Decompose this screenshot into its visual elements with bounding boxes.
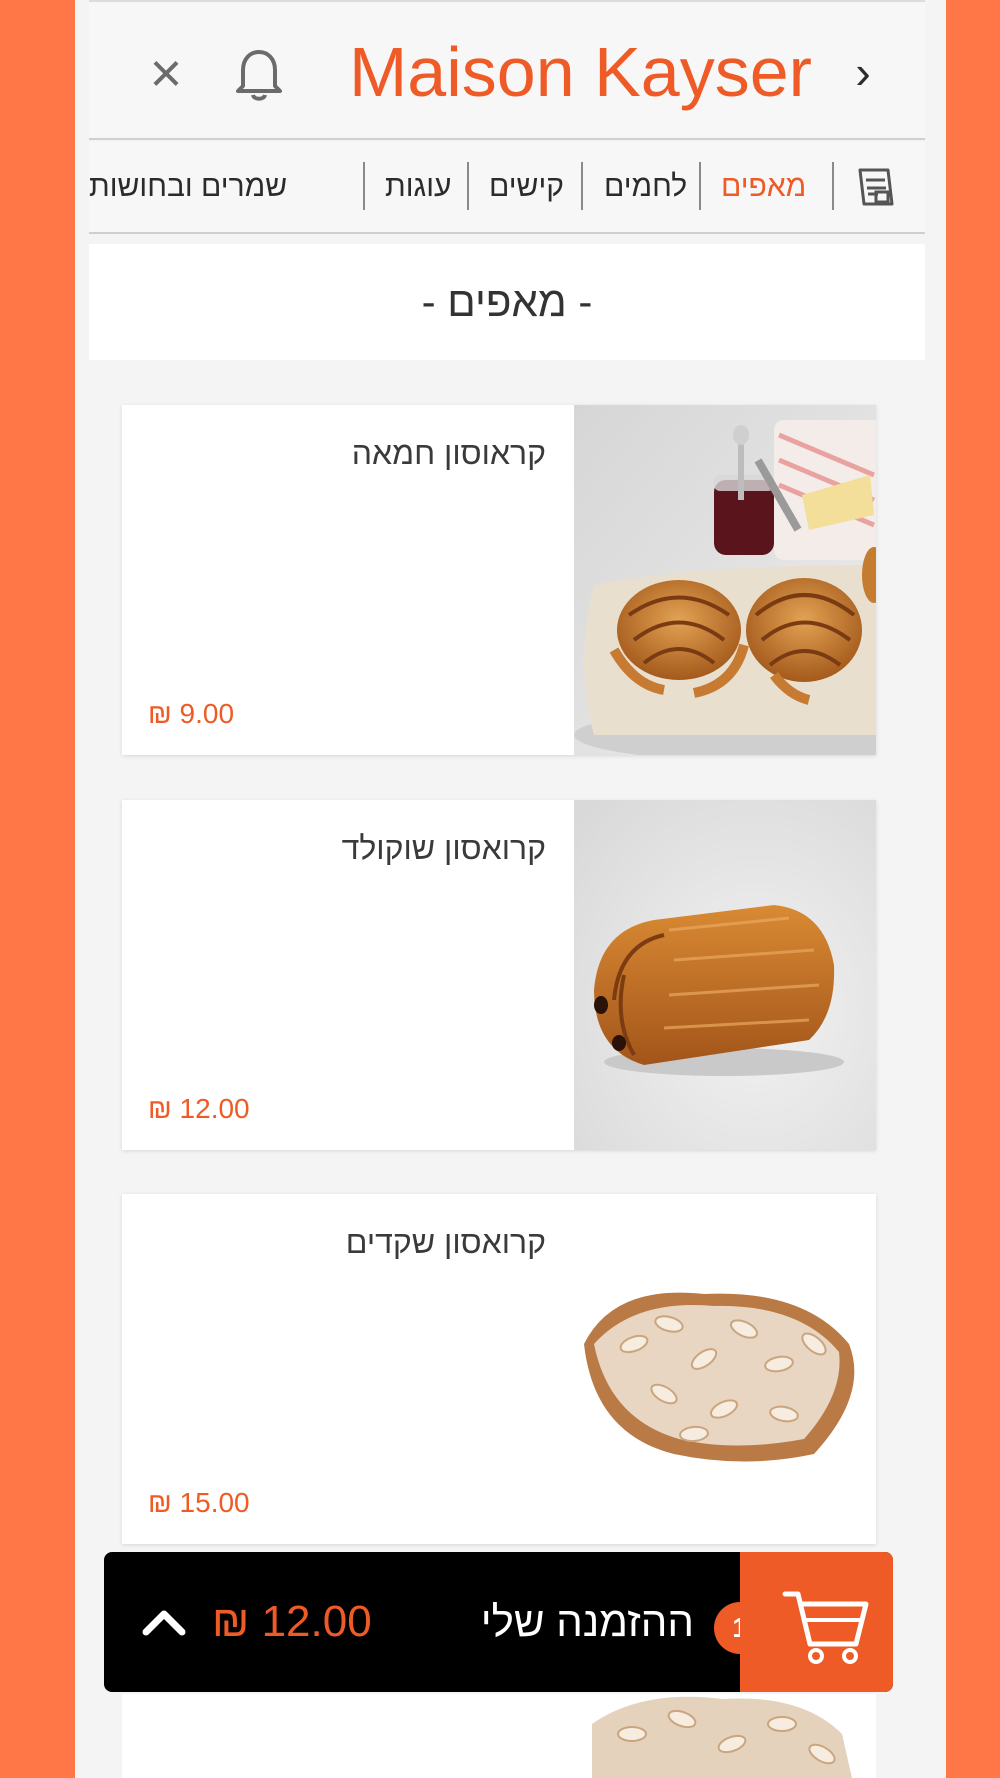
app-title: Maison Kayser <box>349 33 812 111</box>
app-header: × Maison Kayser › <box>89 0 925 140</box>
almond-croissant-photo <box>574 1194 876 1544</box>
almond-croissant-photo <box>122 1694 876 1778</box>
menu-book-icon[interactable] <box>854 164 898 210</box>
product-price: ₪ 12.00 <box>148 1093 250 1124</box>
app-screen: × Maison Kayser › מאפים לחמים קישים עוגו… <box>75 0 946 1778</box>
tab-pastries[interactable]: מאפים <box>721 160 806 214</box>
divider <box>467 162 469 210</box>
product-card-partial[interactable] <box>122 1694 876 1778</box>
product-card[interactable]: קרואסון שוקולד ₪ 12.00 <box>122 800 876 1150</box>
divider <box>699 162 701 210</box>
order-label: ההזמנה שלי <box>480 1598 694 1645</box>
category-nav: מאפים לחמים קישים עוגות שמרים ובחושות <box>89 142 925 234</box>
product-price: ₪ 15.00 <box>148 1487 250 1518</box>
product-card[interactable]: קרואסון שקדים ₪ 15.00 <box>122 1194 876 1544</box>
tab-breads[interactable]: לחמים <box>604 160 687 214</box>
chevron-up-icon[interactable] <box>134 1592 194 1652</box>
chevron-right-icon[interactable]: › <box>843 44 883 100</box>
product-name: קרואסון שוקולד <box>341 830 546 866</box>
tab-cakes[interactable]: עוגות <box>385 160 451 214</box>
butter-croissant-photo <box>574 405 876 755</box>
chocolate-croissant-photo <box>574 800 876 1150</box>
section-title: - מאפים - <box>421 278 593 325</box>
product-card[interactable]: קראוסון חמאה ₪ 9.00 <box>122 405 876 755</box>
divider <box>832 162 834 210</box>
tab-quiches[interactable]: קישים <box>489 160 564 214</box>
order-total: ₪ 12.00 <box>212 1597 372 1646</box>
divider <box>363 162 365 210</box>
product-price: ₪ 9.00 <box>148 698 235 729</box>
divider <box>581 162 583 210</box>
close-icon[interactable]: × <box>141 40 191 106</box>
product-name: קרואסון שקדים <box>345 1224 546 1260</box>
section-header: - מאפים - <box>89 244 925 360</box>
order-summary-bar[interactable]: ₪ 12.00 ההזמנה שלי 1 <box>104 1552 893 1692</box>
product-name: קראוסון חמאה <box>351 435 546 471</box>
tab-yeast-pastries[interactable]: שמרים ובחושות <box>89 160 287 214</box>
cart-button[interactable] <box>740 1552 893 1692</box>
bell-icon[interactable] <box>229 40 289 106</box>
cart-icon <box>782 1591 869 1664</box>
